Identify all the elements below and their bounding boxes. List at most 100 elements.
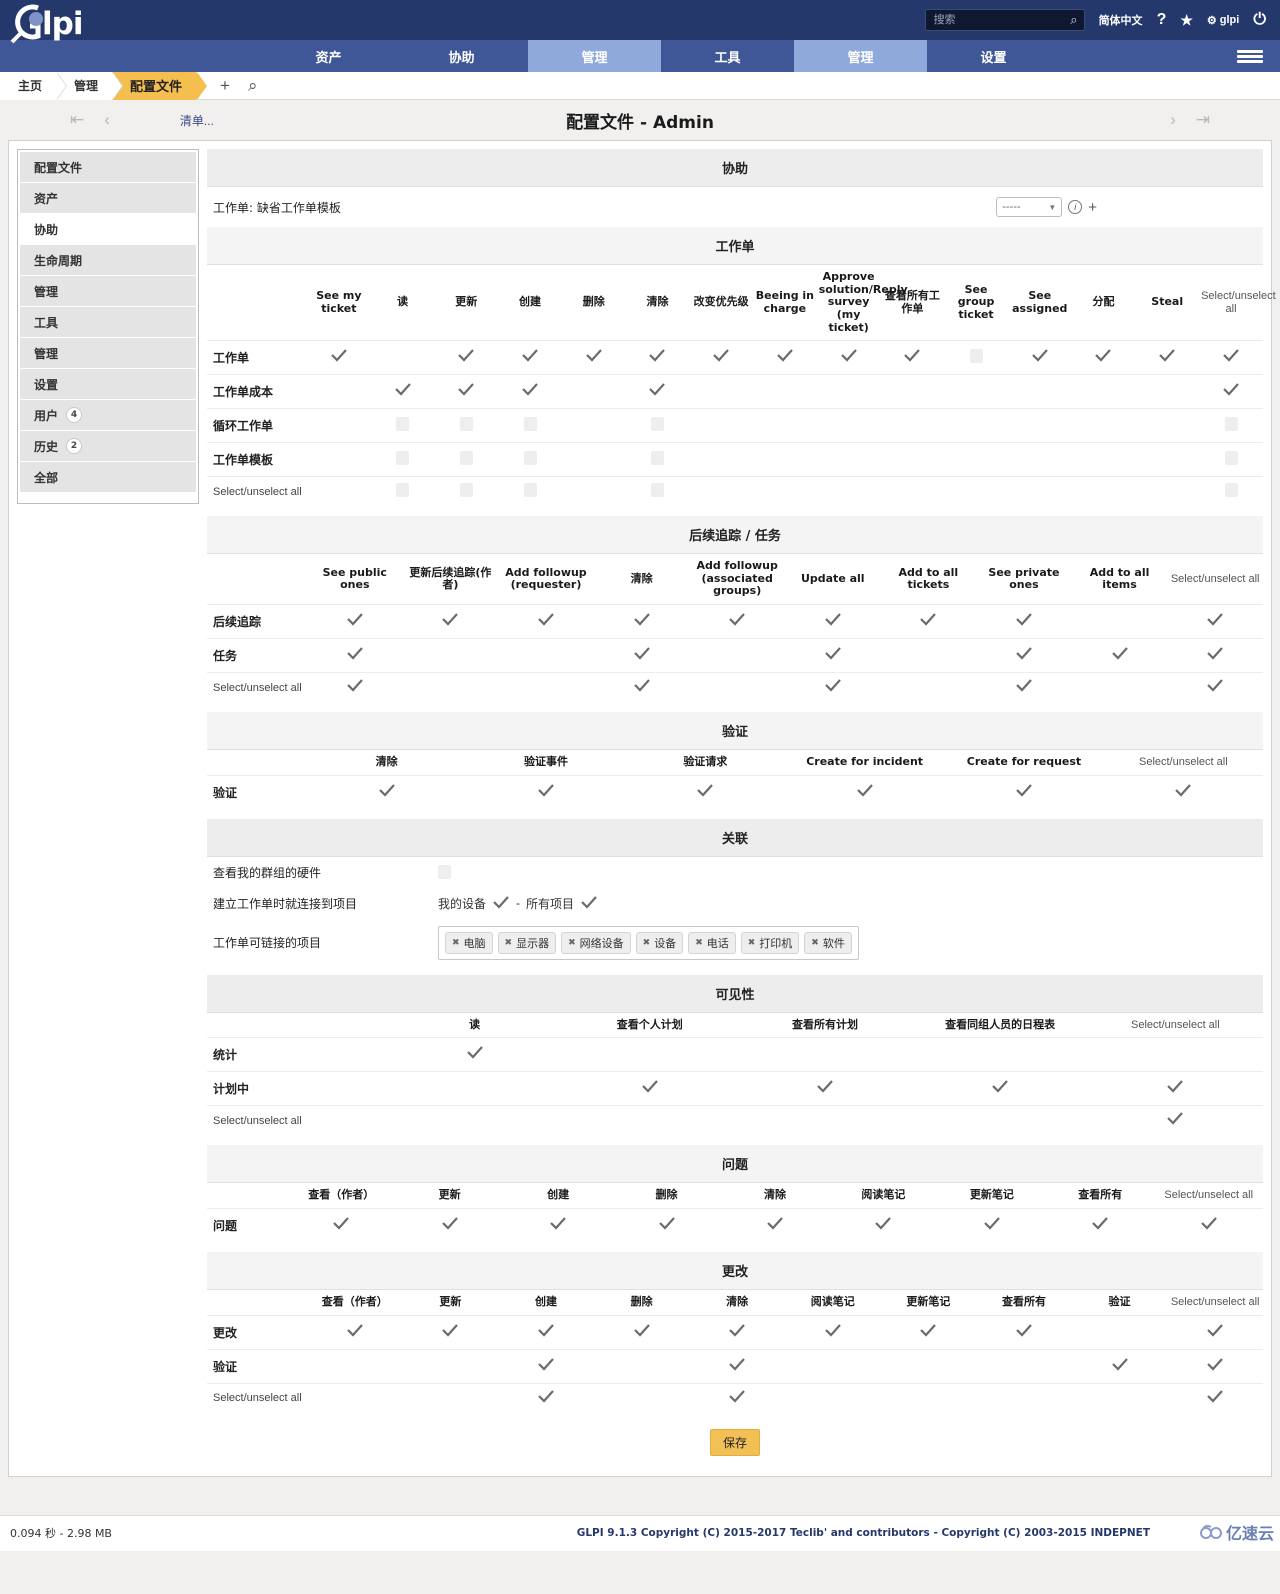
- permission-cell[interactable]: [689, 673, 785, 703]
- permission-cell[interactable]: [307, 1349, 403, 1383]
- permission-cell[interactable]: [1072, 605, 1168, 639]
- permission-cell[interactable]: [1135, 443, 1199, 477]
- permission-cell[interactable]: [689, 375, 753, 409]
- sidebar-item-profile[interactable]: 配置文件: [20, 152, 196, 183]
- permission-cell[interactable]: [1008, 409, 1072, 443]
- checkbox-unchecked[interactable]: [1224, 417, 1238, 432]
- permission-cell[interactable]: [434, 341, 498, 375]
- checkmark-icon[interactable]: [457, 383, 475, 397]
- permission-cell[interactable]: [626, 775, 785, 809]
- checkbox-unchecked[interactable]: [438, 865, 451, 880]
- permission-cell[interactable]: [403, 639, 499, 673]
- linkable-item-tag[interactable]: ✖ 显示器: [497, 931, 557, 954]
- permission-cell[interactable]: [1088, 1106, 1263, 1136]
- permission-cell[interactable]: [434, 409, 498, 443]
- permission-cell[interactable]: [944, 775, 1103, 809]
- permission-cell[interactable]: [594, 1315, 690, 1349]
- permission-cell[interactable]: [785, 605, 881, 639]
- checkmark-icon[interactable]: [466, 1046, 484, 1060]
- checkmark-icon[interactable]: [1206, 679, 1224, 693]
- permission-cell[interactable]: [881, 1383, 977, 1413]
- breadcrumb-item-profiles[interactable]: 配置文件: [112, 71, 208, 100]
- checkmark-icon[interactable]: [1166, 1080, 1184, 1094]
- checkmark-icon[interactable]: [1015, 1323, 1033, 1338]
- global-search[interactable]: ⌕: [924, 9, 1085, 31]
- permission-cell[interactable]: [1104, 775, 1263, 809]
- permission-cell[interactable]: [881, 673, 977, 703]
- checkbox-unchecked[interactable]: [650, 451, 664, 466]
- permission-cell[interactable]: [689, 1383, 785, 1413]
- permission-cell[interactable]: [944, 409, 1008, 443]
- permission-cell[interactable]: [498, 409, 562, 443]
- permission-cell[interactable]: [1072, 673, 1168, 703]
- checkmark-icon[interactable]: [1206, 1323, 1224, 1338]
- first-record-icon[interactable]: ⇤: [60, 110, 94, 130]
- permission-cell[interactable]: [817, 477, 881, 507]
- checkmark-icon[interactable]: [521, 383, 539, 397]
- permission-cell[interactable]: [594, 1349, 690, 1383]
- permission-cell[interactable]: [721, 1209, 829, 1243]
- permission-cell[interactable]: [626, 443, 690, 477]
- language-selector[interactable]: 简体中文: [1099, 12, 1143, 28]
- permission-cell[interactable]: [371, 409, 435, 443]
- add-icon[interactable]: +: [1088, 199, 1097, 216]
- checkmark-icon[interactable]: [1015, 647, 1033, 661]
- linkable-item-tag[interactable]: ✖ 电脑: [445, 931, 493, 954]
- checkmark-icon[interactable]: [874, 1217, 892, 1231]
- linkable-item-tag[interactable]: ✖ 软件: [804, 931, 852, 954]
- permission-cell[interactable]: [880, 375, 944, 409]
- permission-cell[interactable]: [880, 443, 944, 477]
- permission-cell[interactable]: [1072, 375, 1136, 409]
- permission-cell[interactable]: [307, 375, 371, 409]
- permission-cell[interactable]: [1135, 409, 1199, 443]
- permission-cell[interactable]: [1199, 409, 1263, 443]
- permission-cell[interactable]: [626, 409, 690, 443]
- search-input[interactable]: [931, 13, 1062, 27]
- checkmark-icon[interactable]: [1174, 784, 1192, 798]
- permission-cell[interactable]: [403, 1315, 499, 1349]
- permission-cell[interactable]: [1072, 409, 1136, 443]
- checkbox-unchecked[interactable]: [459, 417, 473, 432]
- permission-cell[interactable]: [976, 1349, 1072, 1383]
- permission-cell[interactable]: [689, 477, 753, 507]
- nav-tab-assets[interactable]: 资产: [262, 40, 395, 72]
- permission-cell[interactable]: [737, 1106, 912, 1136]
- permission-cell[interactable]: [287, 1209, 395, 1243]
- permission-cell[interactable]: [913, 1038, 1088, 1072]
- checkmark-icon[interactable]: [1111, 1357, 1129, 1372]
- last-record-icon[interactable]: ⇥: [1186, 110, 1220, 130]
- permission-cell[interactable]: [753, 409, 817, 443]
- save-button[interactable]: 保存: [709, 1428, 760, 1456]
- permission-cell[interactable]: [307, 1315, 403, 1349]
- checkmark-icon[interactable]: [521, 349, 539, 363]
- info-icon[interactable]: i: [1068, 200, 1083, 214]
- permission-cell[interactable]: [938, 1209, 1046, 1243]
- ticket-template-select[interactable]: ----- ▼: [996, 197, 1063, 217]
- checkmark-icon[interactable]: [824, 613, 842, 627]
- checkmark-icon[interactable]: [441, 1323, 459, 1338]
- permission-cell[interactable]: [944, 375, 1008, 409]
- permission-cell[interactable]: [817, 375, 881, 409]
- remove-icon[interactable]: ✖: [643, 938, 651, 948]
- checkmark-icon[interactable]: [633, 1323, 651, 1338]
- permission-cell[interactable]: [626, 375, 690, 409]
- checkmark-icon[interactable]: [696, 784, 714, 798]
- sidebar-item-assets[interactable]: 资产: [20, 183, 196, 214]
- permission-cell[interactable]: [307, 673, 403, 703]
- checkmark-icon[interactable]: [346, 679, 364, 693]
- permission-cell[interactable]: [913, 1106, 1088, 1136]
- permission-cell[interactable]: [562, 1106, 737, 1136]
- remove-icon[interactable]: ✖: [695, 938, 703, 948]
- sidebar-item-assistance[interactable]: 协助: [20, 214, 196, 245]
- checkmark-icon[interactable]: [332, 1217, 350, 1231]
- permission-cell[interactable]: [1199, 477, 1263, 507]
- checkmark-icon[interactable]: [1015, 784, 1033, 798]
- permission-cell[interactable]: [498, 673, 594, 703]
- remove-icon[interactable]: ✖: [568, 938, 576, 948]
- checkbox-unchecked[interactable]: [1224, 451, 1238, 466]
- checkmark-icon[interactable]: [641, 1080, 659, 1094]
- permission-cell[interactable]: [562, 1072, 737, 1106]
- permission-cell[interactable]: [1167, 639, 1263, 673]
- checkmark-icon[interactable]: [1206, 1357, 1224, 1372]
- search-icon[interactable]: ⌕: [248, 76, 258, 96]
